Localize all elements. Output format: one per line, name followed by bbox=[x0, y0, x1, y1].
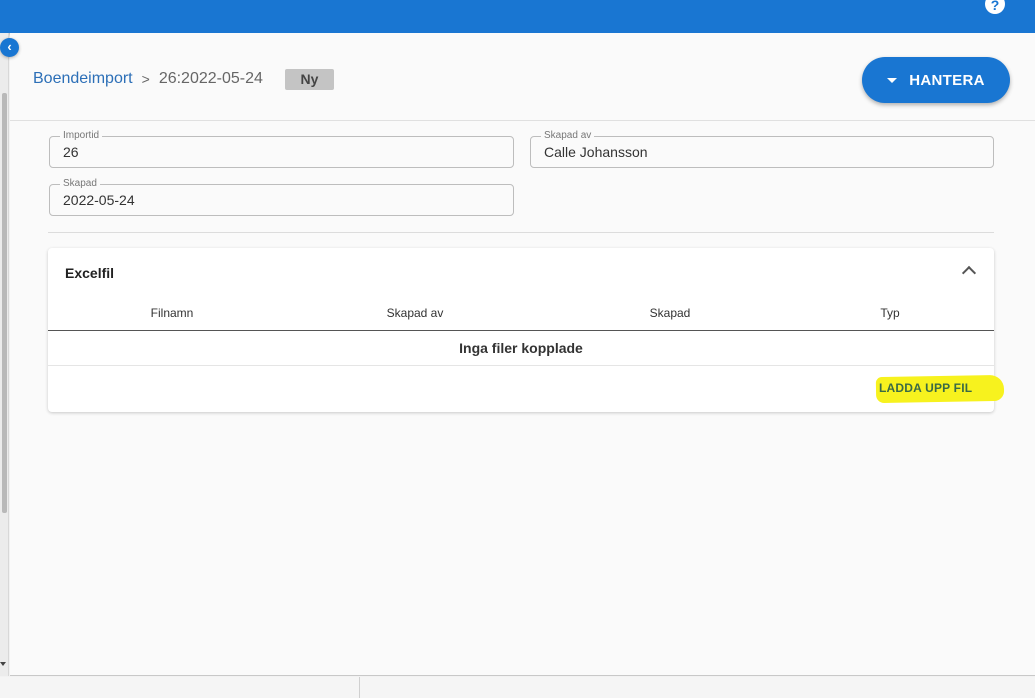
column-header-created-by[interactable]: Skapad av bbox=[387, 306, 444, 320]
import-id-field[interactable]: Importid 26 bbox=[49, 130, 514, 168]
created-by-field[interactable]: Skapad av Calle Johansson bbox=[530, 130, 994, 168]
bottom-panel-divider bbox=[359, 677, 360, 698]
created-date-value[interactable]: 2022-05-24 bbox=[63, 192, 480, 208]
breadcrumb: Boendeimport > 26:2022-05-24 bbox=[33, 70, 263, 88]
created-by-value[interactable]: Calle Johansson bbox=[544, 144, 960, 160]
upload-file-button[interactable]: LADDA UPP FIL bbox=[879, 381, 972, 395]
top-app-bar: ? bbox=[0, 0, 1035, 33]
column-header-created[interactable]: Skapad bbox=[650, 306, 691, 320]
import-id-label: Importid bbox=[60, 130, 103, 142]
scroll-down-arrow-icon[interactable] bbox=[0, 662, 6, 666]
status-badge: Ny bbox=[285, 69, 334, 90]
chevron-up-icon[interactable] bbox=[961, 265, 977, 281]
manage-button[interactable]: HANTERA bbox=[862, 57, 1010, 103]
manage-button-label: HANTERA bbox=[909, 71, 985, 89]
created-date-field[interactable]: Skapad 2022-05-24 bbox=[49, 178, 514, 216]
caret-down-icon bbox=[887, 77, 898, 83]
excel-section-title: Excelfil bbox=[65, 265, 115, 281]
left-sidebar-strip bbox=[0, 33, 9, 676]
created-date-label: Skapad bbox=[60, 178, 100, 190]
column-header-filename[interactable]: Filnamn bbox=[151, 306, 194, 320]
section-divider bbox=[48, 232, 994, 233]
column-header-type[interactable]: Typ bbox=[880, 306, 899, 320]
bottom-panel bbox=[0, 677, 1035, 698]
created-by-label: Skapad av bbox=[541, 130, 595, 142]
sidebar-scrollbar[interactable] bbox=[2, 93, 7, 513]
excel-file-card: Excelfil Filnamn Skapad av Skapad Typ In… bbox=[48, 248, 1005, 412]
empty-table-message: Inga filer kopplade bbox=[48, 331, 994, 366]
breadcrumb-separator: > bbox=[141, 71, 150, 87]
help-icon[interactable]: ? bbox=[985, 0, 1005, 14]
import-id-value[interactable]: 26 bbox=[63, 144, 480, 160]
breadcrumb-root-link[interactable]: Boendeimport bbox=[33, 70, 133, 88]
header-divider bbox=[10, 120, 1035, 121]
chevron-left-icon[interactable]: ‹ bbox=[0, 38, 19, 57]
breadcrumb-current: 26:2022-05-24 bbox=[158, 70, 263, 87]
main-content: Boendeimport > 26:2022-05-24 Ny HANTERA … bbox=[10, 33, 1035, 676]
